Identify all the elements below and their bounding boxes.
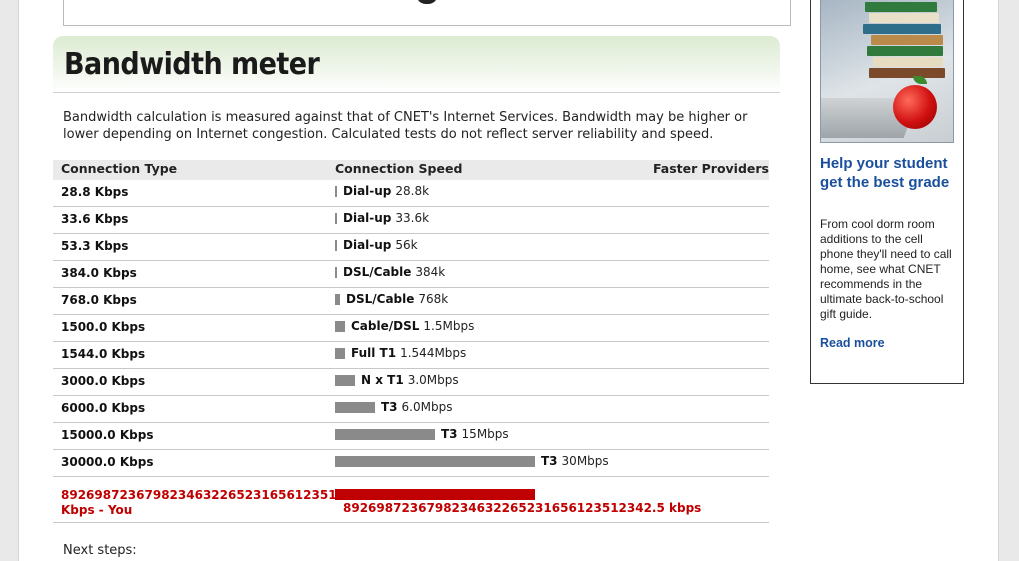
table-row: 28.8 Kbps Dial-up 28.8k	[53, 180, 769, 207]
speed-bar	[335, 320, 345, 332]
speed-bar	[335, 401, 375, 413]
table-row: 53.3 Kbps Dial-up 56k	[53, 234, 769, 261]
connection-type: 1500.0 Kbps	[61, 320, 146, 334]
connection-type: 28.8 Kbps	[61, 185, 129, 199]
promo-headline[interactable]: Help your student get the best grade	[820, 154, 960, 192]
book-shape	[873, 57, 943, 67]
connection-speed: T3 15Mbps	[335, 427, 509, 441]
provider-type: DSL/Cable	[346, 292, 415, 306]
speed-bar	[335, 428, 435, 440]
speed-value: 33.6k	[395, 211, 430, 225]
section-header: Bandwidth meter	[53, 36, 780, 93]
speed-value: 28.8k	[395, 184, 430, 198]
book-shape	[863, 24, 941, 34]
connection-type: 384.0 Kbps	[61, 266, 137, 280]
connection-type: 1544.0 Kbps	[61, 347, 146, 361]
table-row: 1500.0 Kbps Cable/DSL 1.5Mbps	[53, 315, 769, 342]
table-row: 1544.0 Kbps Full T1 1.544Mbps	[53, 342, 769, 369]
table-row: 384.0 Kbps DSL/Cable 384k	[53, 261, 769, 288]
speed-value: 1.5Mbps	[423, 319, 475, 333]
book-shape	[865, 2, 937, 12]
speed-value: 30Mbps	[561, 454, 609, 468]
you-speed-bar	[335, 489, 535, 500]
speed-value: 56k	[395, 238, 418, 252]
provider-type: Dial-up	[343, 238, 392, 252]
intro-text: Bandwidth calculation is measured agains…	[63, 110, 748, 142]
speed-value: 1.544Mbps	[400, 346, 467, 360]
book-shape	[869, 13, 939, 23]
column-header-providers[interactable]: Faster Providers	[653, 161, 769, 176]
connection-speed: N x T1 3.0Mbps	[335, 373, 459, 387]
apple-shape	[893, 85, 937, 129]
provider-type: Cable/DSL	[351, 319, 420, 333]
provider-type: N x T1	[361, 373, 404, 387]
page-title: Bandwidth meter	[64, 47, 320, 82]
provider-type: Dial-up	[343, 211, 392, 225]
speed-value: 3.0Mbps	[407, 373, 459, 387]
promo-body: From cool dorm room additions to the cel…	[820, 217, 952, 321]
connection-type: 3000.0 Kbps	[61, 374, 146, 388]
book-shape	[871, 35, 943, 45]
provider-type: T3	[441, 427, 458, 441]
speed-bar	[335, 239, 337, 251]
table-header: Connection Type Connection Speed Faster …	[53, 160, 769, 180]
table-row: 3000.0 Kbps N x T1 3.0Mbps	[53, 369, 769, 396]
provider-type: Dial-up	[343, 184, 392, 198]
connection-speed: T3 30Mbps	[335, 454, 609, 468]
speed-bar	[335, 266, 337, 278]
table-row: 30000.0 Kbps T3 30Mbps	[53, 450, 769, 477]
speed-bar	[335, 374, 355, 386]
provider-type: DSL/Cable	[343, 265, 412, 279]
speed-bar	[335, 212, 337, 224]
book-shape	[867, 46, 943, 56]
speed-bar	[335, 293, 340, 305]
heading-glyph-fragment	[416, 0, 438, 4]
connection-type: 768.0 Kbps	[61, 293, 137, 307]
speed-value: 384k	[415, 265, 446, 279]
bandwidth-table: Connection Type Connection Speed Faster …	[53, 160, 769, 523]
top-banner-box	[63, 0, 791, 26]
read-more-link[interactable]: Read more	[820, 336, 885, 350]
table-row: 6000.0 Kbps T3 6.0Mbps	[53, 396, 769, 423]
provider-type: T3	[541, 454, 558, 468]
speed-bar	[335, 185, 337, 197]
connection-type: 53.3 Kbps	[61, 239, 129, 253]
connection-speed: Dial-up 28.8k	[335, 184, 429, 198]
connection-type: 15000.0 Kbps	[61, 428, 154, 442]
speed-value: 6.0Mbps	[401, 400, 453, 414]
connection-speed: Dial-up 33.6k	[335, 211, 429, 225]
speed-bar	[335, 347, 345, 359]
connection-speed: Full T1 1.544Mbps	[335, 346, 466, 360]
provider-type: Full T1	[351, 346, 397, 360]
connection-type: 30000.0 Kbps	[61, 455, 154, 469]
column-header-type: Connection Type	[61, 161, 178, 176]
connection-speed: DSL/Cable 384k	[335, 265, 445, 279]
table-row: 15000.0 Kbps T3 15Mbps	[53, 423, 769, 450]
you-type-suffix: Kbps - You	[61, 503, 133, 517]
connection-speed: Dial-up 56k	[335, 238, 418, 252]
provider-type: T3	[381, 400, 398, 414]
column-header-speed: Connection Speed	[335, 161, 463, 176]
book-shape	[869, 68, 945, 78]
speed-bar	[335, 455, 535, 467]
connection-speed: DSL/Cable 768k	[335, 292, 448, 306]
books-apple-laptop-image[interactable]	[820, 0, 954, 143]
you-speed-value: 8926987236798234632265231656123512342.5 …	[343, 501, 702, 515]
connection-type: 6000.0 Kbps	[61, 401, 146, 415]
speed-value: 15Mbps	[461, 427, 509, 441]
speed-value: 768k	[418, 292, 449, 306]
connection-speed: Cable/DSL 1.5Mbps	[335, 319, 474, 333]
table-row-you: 8926987236798234632265231656123512342.5 …	[53, 477, 769, 523]
connection-speed: T3 6.0Mbps	[335, 400, 452, 414]
connection-type: 33.6 Kbps	[61, 212, 129, 226]
table-row: 33.6 Kbps Dial-up 33.6k	[53, 207, 769, 234]
next-steps-label: Next steps:	[63, 543, 137, 558]
table-row: 768.0 Kbps DSL/Cable 768k	[53, 288, 769, 315]
promo-box: Help your student get the best grade Fro…	[810, 0, 964, 384]
